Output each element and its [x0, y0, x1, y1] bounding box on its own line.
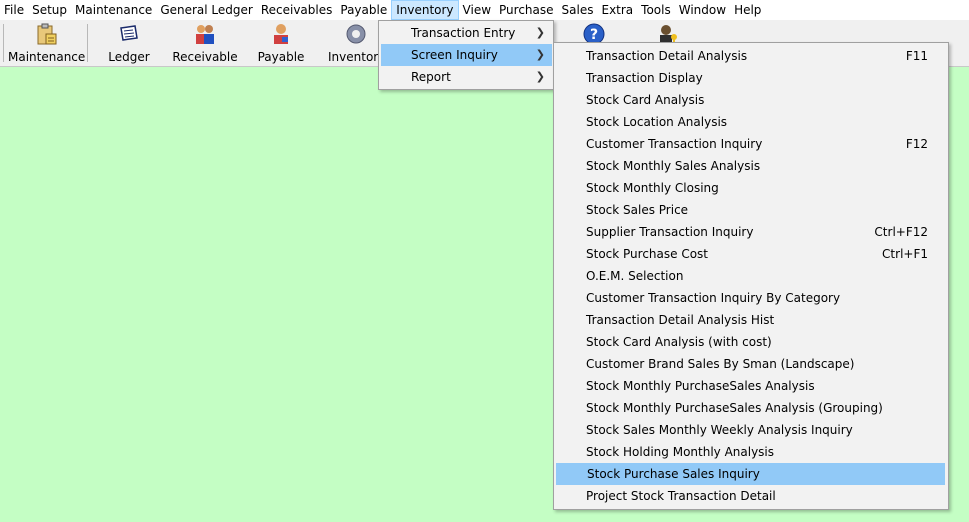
submenu-item-label: Stock Sales Price — [586, 203, 689, 217]
submenu-item-label: Stock Card Analysis — [586, 93, 705, 107]
submenu-item[interactable]: Stock Purchase Cost Ctrl+F1 — [554, 243, 948, 265]
submenu-item-label: Stock Monthly Closing — [586, 181, 719, 195]
submenu-item[interactable]: Stock Monthly Closing — [554, 177, 948, 199]
menu-item-label: Screen Inquiry — [411, 48, 498, 62]
submenu-item-label: Stock Monthly Sales Analysis — [586, 159, 761, 173]
submenu-item-shortcut: Ctrl+F12 — [874, 225, 928, 239]
clipboard-icon — [37, 23, 57, 45]
submenu-item-label: Project Stock Transaction Detail — [586, 489, 776, 503]
toolbar-label: Receivable — [172, 50, 238, 64]
submenu-item-label: Stock Holding Monthly Analysis — [586, 445, 775, 459]
submenu-item-shortcut: F11 — [905, 49, 928, 63]
inventory-button[interactable]: Inventory — [328, 22, 386, 66]
submenu-item-label: Transaction Detail Analysis Hist — [586, 313, 775, 327]
svg-text:?: ? — [590, 27, 598, 43]
submenu-item[interactable]: Supplier Transaction Inquiry Ctrl+F12 — [554, 221, 948, 243]
submenu-item[interactable]: Stock Monthly PurchaseSales Analysis (Gr… — [554, 397, 948, 419]
screen-inquiry-submenu: Transaction Detail Analysis F11 Transactio… — [553, 42, 949, 510]
people-icon — [196, 25, 214, 44]
submenu-item-label: Transaction Display — [586, 71, 703, 85]
menu-maintenance[interactable]: Maintenance — [71, 0, 156, 20]
submenu-item-label: Transaction Detail Analysis — [586, 49, 748, 63]
menu-item-report[interactable]: Report ❯ — [379, 66, 553, 88]
submenu-item-label: Stock Card Analysis (with cost) — [586, 335, 772, 349]
submenu-item[interactable]: Customer Transaction Inquiry By Category — [554, 287, 948, 309]
ledger-icon — [120, 25, 138, 41]
submenu-item-label: Stock Location Analysis — [586, 115, 728, 129]
toolbar-label: Ledger — [108, 50, 150, 64]
ledger-button[interactable]: Ledger — [100, 22, 158, 66]
menu-item-label: Report — [411, 70, 451, 84]
submenu-item-label: Customer Brand Sales By Sman (Landscape) — [586, 357, 855, 371]
submenu-item-shortcut: Ctrl+F1 — [882, 247, 928, 261]
menu-help[interactable]: Help — [730, 0, 765, 20]
menu-item-transaction-entry[interactable]: Transaction Entry ❯ — [379, 22, 553, 44]
menu-purchase[interactable]: Purchase — [495, 0, 558, 20]
person-icon — [274, 24, 288, 44]
submenu-item[interactable]: Stock Holding Monthly Analysis — [554, 441, 948, 463]
toolbar-separator — [87, 24, 88, 62]
submenu-item[interactable]: Stock Card Analysis — [554, 89, 948, 111]
submenu-item-label: Stock Sales Monthly Weekly Analysis Inqu… — [586, 423, 853, 437]
toolbar-label: Inventory — [328, 50, 386, 64]
chevron-right-icon: ❯ — [535, 70, 545, 83]
chevron-right-icon: ❯ — [535, 26, 545, 39]
submenu-item[interactable]: O.E.M. Selection — [554, 265, 948, 287]
submenu-item-label: Stock Monthly PurchaseSales Analysis (Gr… — [586, 401, 883, 415]
submenu-item-label: Stock Monthly PurchaseSales Analysis — [586, 379, 815, 393]
submenu-item[interactable]: Stock Purchase Sales Inquiry — [556, 463, 945, 485]
menu-payable[interactable]: Payable — [336, 0, 391, 20]
maintenance-button[interactable]: Maintenance — [8, 22, 86, 66]
submenu-item[interactable]: Stock Sales Price — [554, 199, 948, 221]
menu-item-screen-inquiry[interactable]: Screen Inquiry ❯ — [381, 44, 552, 66]
submenu-item-label: Customer Transaction Inquiry By Category — [586, 291, 841, 305]
menu-inventory[interactable]: Inventory — [391, 0, 459, 20]
submenu-item[interactable]: Customer Brand Sales By Sman (Landscape) — [554, 353, 948, 375]
submenu-item-shortcut: F12 — [905, 137, 928, 151]
submenu-item[interactable]: Stock Card Analysis (with cost) — [554, 331, 948, 353]
toolbar-label: Payable — [257, 50, 305, 64]
menu-setup[interactable]: Setup — [28, 0, 71, 20]
submenu-item[interactable]: Stock Monthly Sales Analysis — [554, 155, 948, 177]
submenu-item[interactable]: Transaction Detail Analysis F11 — [554, 45, 948, 67]
submenu-item[interactable]: Project Stock Transaction Detail — [554, 485, 948, 507]
submenu-item[interactable]: Transaction Detail Analysis Hist — [554, 309, 948, 331]
menu-bar: File Setup Maintenance General Ledger Re… — [0, 0, 969, 20]
menu-file[interactable]: File — [0, 0, 28, 20]
submenu-item[interactable]: Stock Location Analysis — [554, 111, 948, 133]
payable-button[interactable]: Payable — [255, 22, 307, 66]
submenu-item[interactable]: Stock Sales Monthly Weekly Analysis Inqu… — [554, 419, 948, 441]
submenu-item[interactable]: Transaction Display — [554, 67, 948, 89]
gear-icon — [346, 24, 366, 44]
menu-tools[interactable]: Tools — [637, 0, 675, 20]
submenu-item[interactable]: Stock Monthly PurchaseSales Analysis — [554, 375, 948, 397]
menu-general-ledger[interactable]: General Ledger — [156, 0, 257, 20]
menu-sales[interactable]: Sales — [558, 0, 598, 20]
chevron-right-icon: ❯ — [535, 48, 545, 61]
submenu-item-label: Stock Purchase Cost — [586, 247, 709, 261]
menu-item-label: Transaction Entry — [411, 26, 516, 40]
receivable-button[interactable]: Receivable — [172, 22, 238, 66]
menu-view[interactable]: View — [459, 0, 495, 20]
menu-receivables[interactable]: Receivables — [257, 0, 337, 20]
submenu-item-label: Customer Transaction Inquiry — [586, 137, 763, 151]
submenu-item-label: Stock Purchase Sales Inquiry — [587, 467, 760, 481]
menu-extra[interactable]: Extra — [597, 0, 637, 20]
toolbar-label: Maintenance — [8, 50, 86, 64]
submenu-item-label: O.E.M. Selection — [586, 269, 684, 283]
toolbar-separator — [3, 24, 4, 62]
submenu-item[interactable]: Customer Transaction Inquiry F12 — [554, 133, 948, 155]
submenu-item-label: Supplier Transaction Inquiry — [586, 225, 754, 239]
menu-window[interactable]: Window — [675, 0, 730, 20]
inventory-menu: Transaction Entry ❯ Screen Inquiry ❯ Rep… — [378, 20, 554, 90]
